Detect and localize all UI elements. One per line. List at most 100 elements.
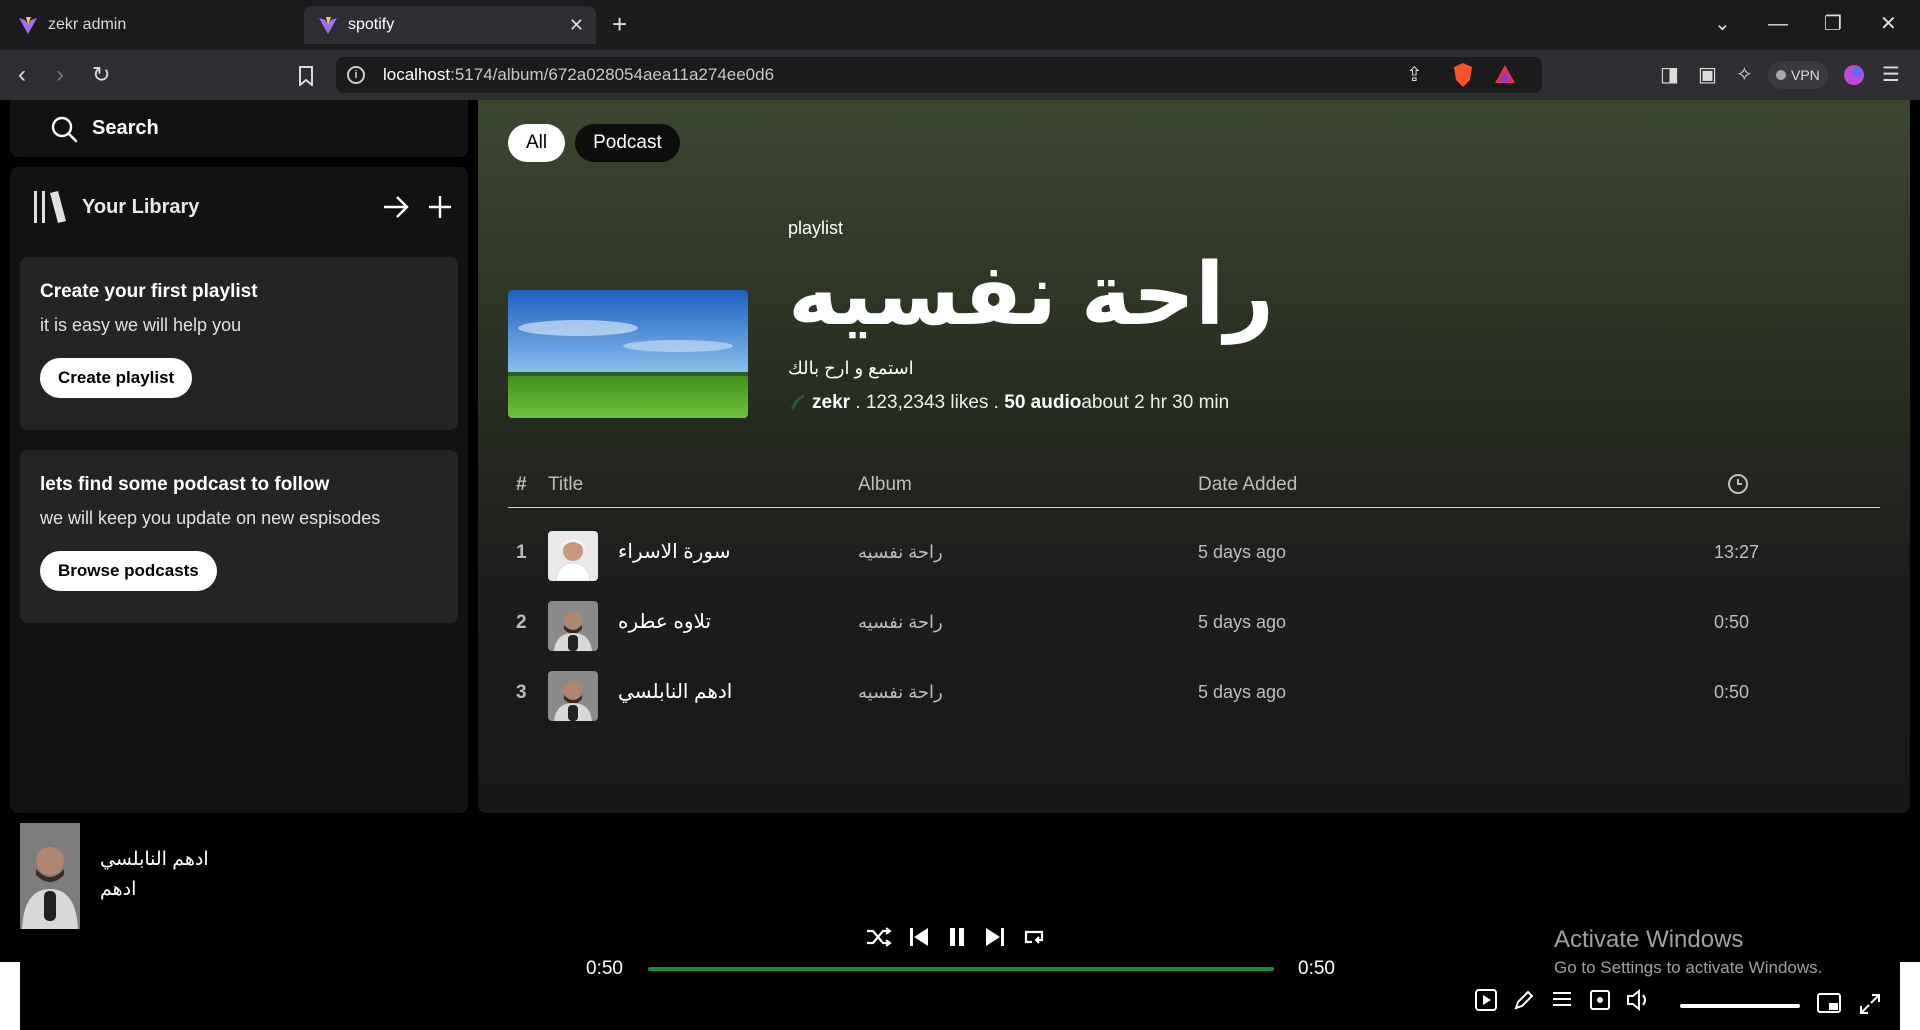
shuffle-icon[interactable]: [866, 926, 892, 948]
minimize-icon[interactable]: —: [1768, 12, 1788, 36]
library-title[interactable]: Your Library: [82, 196, 199, 219]
track-duration: 13:27: [1714, 542, 1760, 562]
bookmark-icon[interactable]: [298, 66, 314, 86]
cast-icon[interactable]: [1588, 988, 1612, 1012]
track-date-added: 5 days ago: [1198, 682, 1287, 702]
track-duration: 0:50: [1714, 682, 1750, 702]
header-number: #: [516, 474, 527, 495]
windows-activation-text: Go to Settings to activate Windows.: [1554, 958, 1823, 977]
filter-chip-podcast[interactable]: Podcast: [575, 124, 680, 162]
media-controls-strip: [1474, 988, 1652, 1012]
now-playing-artist[interactable]: ادهم: [100, 878, 136, 901]
right-edge-bar: [1900, 962, 1920, 1030]
sidebar-toggle-icon[interactable]: ◨: [1660, 64, 1679, 86]
pen-icon[interactable]: [1512, 988, 1536, 1012]
library-header: Your Library: [32, 187, 452, 227]
vpn-status-icon: [1776, 70, 1786, 80]
playlist-icon[interactable]: [1550, 988, 1574, 1012]
track-title: تلاوه عطره: [618, 611, 712, 633]
library-icon[interactable]: [32, 189, 68, 225]
now-playing-cover: [20, 823, 80, 929]
wallet-icon[interactable]: ▣: [1698, 64, 1717, 86]
card-heading: lets find some podcast to follow: [40, 474, 330, 495]
new-tab-icon[interactable]: +: [612, 10, 627, 38]
tab-title: zekr admin: [48, 16, 127, 33]
header-album: Album: [858, 474, 912, 495]
track-thumbnail: [548, 601, 598, 651]
plus-icon[interactable]: [428, 195, 452, 219]
now-playing-title[interactable]: ادهم النابلسي: [100, 848, 209, 871]
vite-icon: [319, 17, 337, 34]
filter-chip-all[interactable]: All: [508, 124, 566, 162]
restore-icon[interactable]: ❐: [1824, 12, 1842, 36]
track-row[interactable]: 1 سورة الاسراء راحة نفسيه 5 days ago 13:…: [508, 526, 1880, 582]
profile-avatar-icon[interactable]: [1844, 65, 1864, 85]
fullscreen-icon[interactable]: [1858, 992, 1882, 1016]
header-title: Title: [548, 474, 584, 495]
track-date-added: 5 days ago: [1198, 612, 1287, 632]
browser-tab-zekr-admin[interactable]: zekr admin: [4, 6, 300, 44]
leo-ai-icon[interactable]: ✧: [1736, 64, 1753, 86]
track-album[interactable]: راحة نفسيه: [858, 542, 943, 563]
site-info-icon[interactable]: i: [347, 66, 365, 84]
playlist-audio-count: 50 audio: [1004, 392, 1082, 413]
track-thumbnail: [548, 671, 598, 721]
track-number: 3: [516, 682, 527, 703]
browser-tab-bar: zekr admin spotify ✕ + ⌄ — ❐ ✕: [0, 0, 1920, 50]
repeat-icon[interactable]: [1022, 926, 1046, 948]
total-time: 0:50: [1298, 958, 1335, 979]
playlist-cover-image: [508, 290, 748, 418]
library-panel: Your Library Create your first playlist …: [10, 167, 468, 813]
previous-icon[interactable]: [908, 926, 930, 948]
track-album[interactable]: راحة نفسيه: [858, 612, 943, 633]
track-title: ادهم النابلسي: [618, 681, 733, 703]
header-date-added: Date Added: [1198, 474, 1298, 495]
search-label: Search: [92, 117, 159, 139]
arrow-right-icon[interactable]: [382, 195, 410, 219]
tab-title: spotify: [348, 16, 395, 33]
card-text: we will keep you update on new espisodes: [40, 508, 381, 528]
track-number: 2: [516, 612, 527, 633]
browser-toolbar: ‹ › ↻ i localhost:5174/album/672a028054a…: [0, 50, 1920, 100]
search-icon: [51, 116, 78, 142]
card-heading: Create your first playlist: [40, 281, 258, 302]
volume-slider[interactable]: [1680, 1004, 1800, 1008]
url-text[interactable]: localhost:5174/album/672a028054aea11a274…: [383, 65, 774, 85]
reload-icon[interactable]: ↻: [92, 62, 110, 88]
track-date-added: 5 days ago: [1198, 542, 1287, 562]
window-close-icon[interactable]: ✕: [1880, 12, 1897, 36]
create-playlist-card: Create your first playlist it is easy we…: [20, 257, 458, 430]
playlist-owner[interactable]: zekr: [812, 392, 850, 414]
clock-icon: [1728, 474, 1748, 494]
playlist-view: All Podcast playlist راحة نفسيه استمع و …: [478, 100, 1910, 813]
track-number: 1: [516, 542, 527, 563]
progress-bar[interactable]: [648, 967, 1274, 971]
track-row[interactable]: 2 تلاوه عطره راحة نفسيه 5 days ago 0:50: [508, 596, 1880, 652]
create-playlist-button[interactable]: Create playlist: [40, 358, 193, 398]
vite-icon: [19, 17, 37, 34]
next-icon[interactable]: [984, 926, 1006, 948]
picture-in-picture-icon[interactable]: [1816, 992, 1842, 1016]
close-tab-icon[interactable]: ✕: [569, 15, 584, 36]
back-icon[interactable]: ‹: [18, 62, 26, 88]
play-box-icon[interactable]: [1474, 988, 1498, 1012]
menu-icon[interactable]: ☰: [1882, 64, 1900, 86]
address-bar[interactable]: i localhost:5174/album/672a028054aea11a2…: [336, 57, 1542, 93]
vpn-button[interactable]: VPN: [1768, 61, 1828, 89]
owner-logo-icon: [790, 394, 805, 410]
tab-list-chevron-icon[interactable]: ⌄: [1714, 12, 1731, 36]
pause-icon[interactable]: [946, 926, 968, 948]
brave-shield-icon[interactable]: [1452, 62, 1474, 88]
filter-chips: All Podcast: [508, 124, 680, 162]
playlist-meta: zekr . 123,2343 likes . 50 audio about 2…: [788, 392, 1229, 414]
forward-icon[interactable]: ›: [56, 62, 64, 88]
track-album[interactable]: راحة نفسيه: [858, 682, 943, 703]
browse-podcasts-button[interactable]: Browse podcasts: [40, 551, 217, 591]
browser-tab-spotify[interactable]: spotify ✕: [304, 6, 596, 44]
search-nav-item[interactable]: Search: [10, 100, 468, 157]
share-icon[interactable]: ⇪: [1406, 64, 1423, 86]
volume-icon[interactable]: [1626, 988, 1652, 1012]
brave-rewards-icon[interactable]: [1494, 64, 1516, 84]
playlist-likes: . 123,2343 likes .: [850, 392, 1005, 413]
track-row[interactable]: 3 ادهم النابلسي راحة نفسيه 5 days ago 0:…: [508, 666, 1880, 722]
